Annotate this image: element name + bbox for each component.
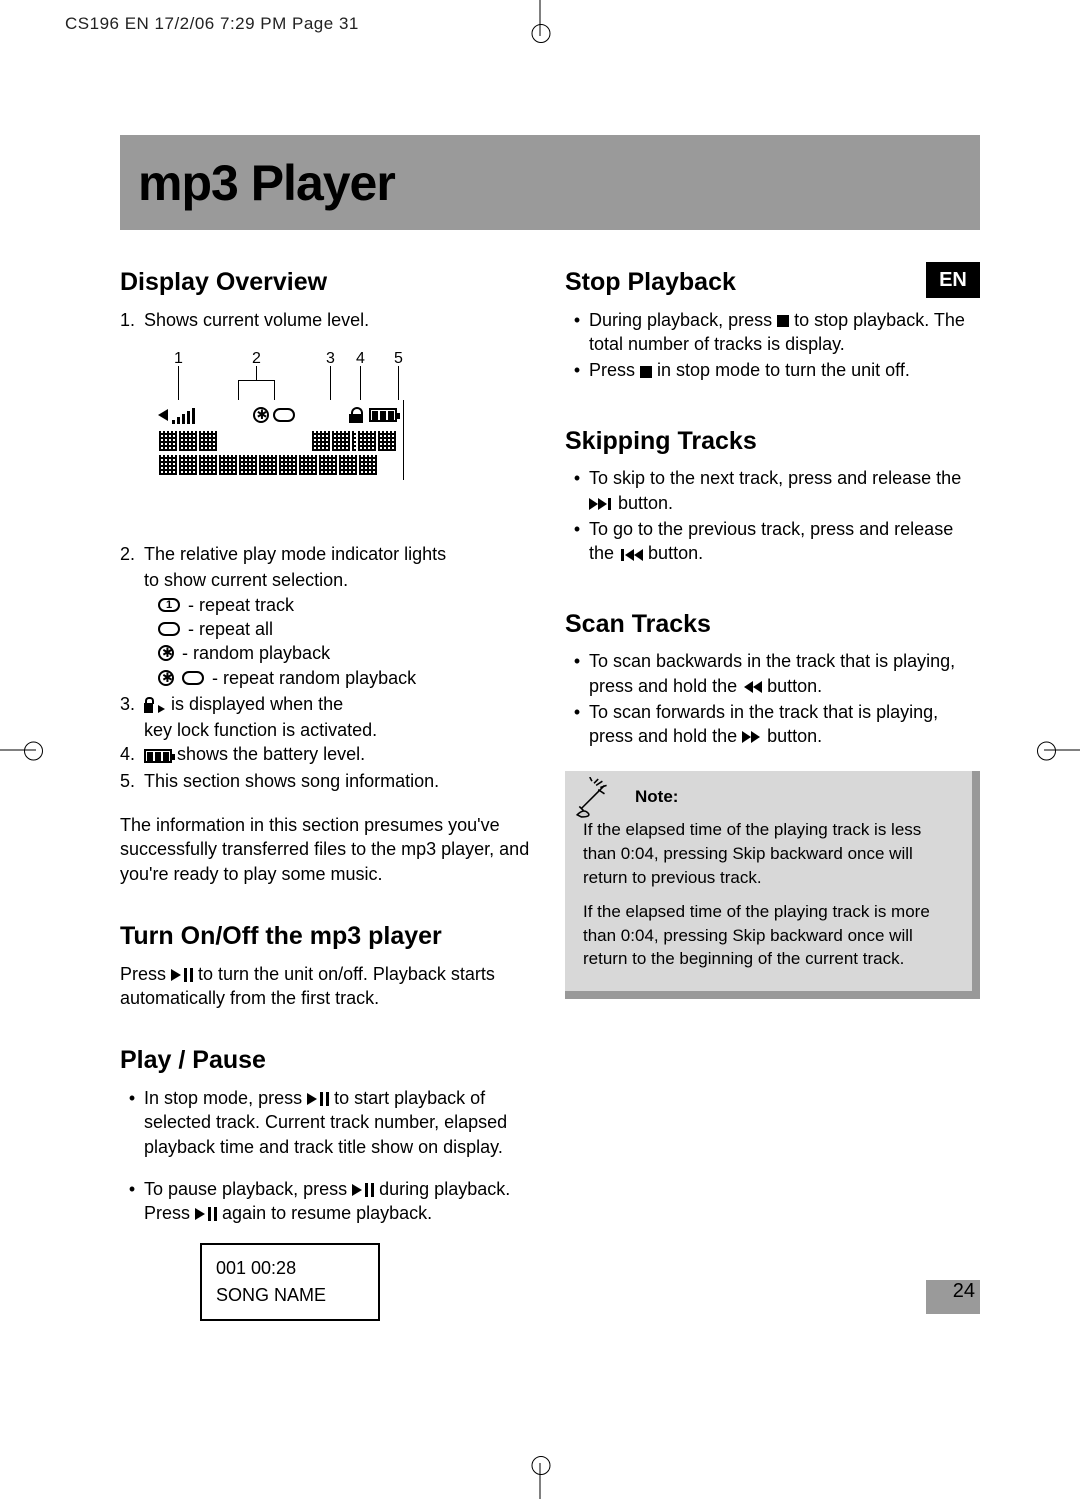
bullet-icon: • [120, 1177, 144, 1226]
turn-onoff-text: Press to turn the unit on/off. Playback … [120, 962, 535, 1011]
bullet-icon: • [565, 466, 589, 515]
intro-paragraph: The information in this section presumes… [120, 813, 535, 886]
list-num-1: 1. [120, 308, 144, 332]
heading-stop-playback: Stop Playback [565, 266, 980, 300]
note-para-1: If the elapsed time of the playing track… [583, 818, 954, 889]
display-line-1: 001 00:28 [216, 1255, 364, 1282]
repeat-all-icon [273, 408, 295, 422]
display-line-2: SONG NAME [216, 1282, 364, 1309]
mode-repeat-all: - repeat all [188, 617, 273, 641]
crop-mark-left [0, 749, 36, 750]
bullet-icon: • [120, 1086, 144, 1159]
bullet-icon: • [565, 358, 589, 382]
note-title: Note: [583, 785, 954, 809]
fast-forward-icon [742, 731, 762, 743]
random-icon [158, 645, 174, 661]
stop-icon [777, 315, 789, 327]
random-icon [158, 670, 174, 686]
item-5-text: This section shows song information. [144, 769, 439, 793]
heading-scan-tracks: Scan Tracks [565, 608, 980, 642]
repeat-track-icon [158, 598, 180, 612]
battery-icon [369, 408, 397, 422]
play-bullet-2: To pause playback, press during playback… [144, 1177, 535, 1226]
prev-track-icon [619, 549, 643, 561]
heading-skipping-tracks: Skipping Tracks [565, 425, 980, 459]
note-para-2: If the elapsed time of the playing track… [583, 900, 954, 971]
crop-mark-bottom [540, 1463, 541, 1499]
item-2b-text: to show current selection. [120, 568, 535, 592]
list-num-2: 2. [120, 542, 144, 566]
bullet-icon: • [565, 517, 589, 566]
list-num-4: 4. [120, 742, 144, 766]
crop-mark-right [1044, 749, 1080, 750]
left-column: Display Overview 1. Shows current volume… [120, 262, 535, 1339]
play-pause-icon [195, 1207, 217, 1221]
item-2a-text: The relative play mode indicator lights [144, 542, 446, 566]
heading-display-overview: Display Overview [120, 266, 535, 300]
mode-repeat-track: - repeat track [188, 593, 294, 617]
note-box: Note: If the elapsed time of the playing… [565, 771, 980, 1000]
repeat-all-icon [158, 622, 180, 636]
play-pause-icon [352, 1183, 374, 1197]
lock-key-icon [144, 697, 166, 713]
item-1-text: Shows current volume level. [144, 308, 369, 332]
right-column: Stop Playback • During playback, press t… [565, 262, 980, 1339]
rewind-icon [742, 681, 762, 693]
item-3b-text: key lock function is activated. [120, 718, 535, 742]
skip-bullet-2: To go to the previous track, press and r… [589, 517, 980, 566]
heading-turn-on-off: Turn On/Off the mp3 player [120, 920, 535, 954]
random-icon [253, 407, 269, 423]
play-pause-icon [171, 968, 193, 982]
play-pause-icon [307, 1092, 329, 1106]
lock-icon [349, 407, 363, 423]
stop-bullet-2: Press in stop mode to turn the unit off. [589, 358, 980, 382]
crop-mark-top [540, 0, 541, 36]
mode-repeat-random: - repeat random playback [212, 666, 416, 690]
write-hand-icon [573, 777, 615, 819]
pdf-header-text: CS196 EN 17/2/06 7:29 PM Page 31 [65, 14, 359, 34]
list-num-3: 3. [120, 692, 144, 716]
lcd-example-box: 001 00:28 SONG NAME [200, 1243, 380, 1321]
page-number: 24 [953, 1280, 975, 1303]
battery-icon [144, 749, 172, 763]
next-track-icon [589, 498, 613, 510]
mode-random: - random playback [182, 641, 330, 665]
stop-icon [640, 366, 652, 378]
item-3a-text: is displayed when the [144, 692, 343, 716]
bullet-icon: • [565, 649, 589, 698]
title-banner: mp3 Player [120, 135, 980, 230]
repeat-all-icon [182, 671, 204, 685]
scan-bullet-1: To scan backwards in the track that is p… [589, 649, 980, 698]
item-4-text: shows the battery level. [144, 742, 365, 766]
bullet-icon: • [565, 700, 589, 749]
lcd-diagram: 1 2 3 4 5 [156, 348, 416, 518]
heading-play-pause: Play / Pause [120, 1044, 535, 1078]
bullet-icon: • [565, 308, 589, 357]
page-title: mp3 Player [120, 154, 395, 212]
skip-bullet-1: To skip to the next track, press and rel… [589, 466, 980, 515]
scan-bullet-2: To scan forwards in the track that is pl… [589, 700, 980, 749]
stop-bullet-1: During playback, press to stop playback.… [589, 308, 980, 357]
list-num-5: 5. [120, 769, 144, 793]
volume-icon [158, 406, 198, 424]
play-bullet-1: In stop mode, press to start playback of… [144, 1086, 535, 1159]
